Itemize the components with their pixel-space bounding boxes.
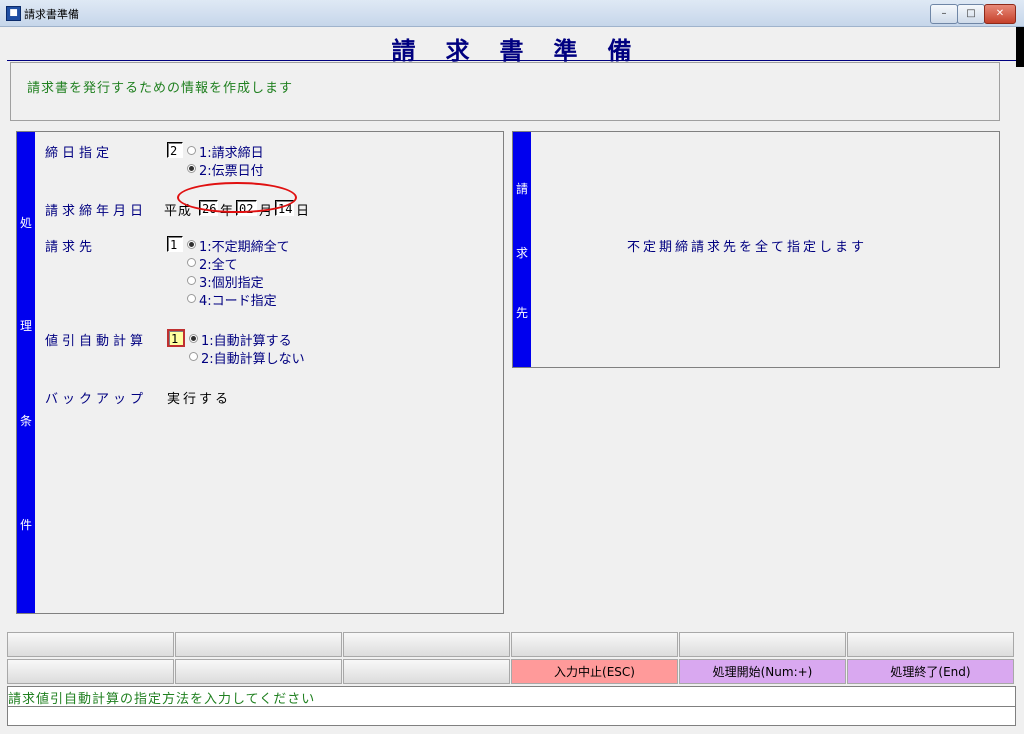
function-key-2[interactable]	[175, 632, 342, 657]
close-button[interactable]: ✕	[984, 4, 1016, 24]
description-box: 請求書を発行するための情報を作成します	[10, 62, 1000, 121]
description-text: 請求書を発行するための情報を作成します	[27, 81, 294, 96]
backup-label: バックアップ	[45, 392, 148, 407]
app-icon: ■	[6, 6, 21, 21]
billing-target-panel: 請 求 先 不定期締請求先を全て指定します	[512, 131, 1000, 368]
function-key-1[interactable]	[7, 632, 174, 657]
closing-spec-label: 締日指定	[45, 146, 114, 161]
side-char-1: 請	[515, 182, 528, 196]
radio-selected-icon	[187, 164, 196, 173]
status-area: 請求値引自動計算の指定方法を入力してください	[7, 686, 1016, 726]
billing-target-input[interactable]: 1	[167, 236, 183, 252]
window-title: 請求書準備	[24, 8, 79, 21]
annotation-highlight-ellipse	[177, 182, 297, 213]
radio-selected-icon	[187, 240, 196, 249]
billing-target-side-label: 請 求 先	[513, 132, 531, 367]
billing-target-message: 不定期締請求先を全て指定します	[627, 240, 868, 255]
cancel-input-button[interactable]: 入力中止(ESC)	[511, 659, 678, 684]
discount-calc-label: 値引自動計算	[45, 334, 148, 349]
function-key-8[interactable]	[175, 659, 342, 684]
radio-icon	[187, 294, 196, 303]
radio-icon	[187, 258, 196, 267]
function-key-9[interactable]	[343, 659, 510, 684]
day-unit: 日	[296, 204, 311, 219]
discount-calc-input[interactable]: 1	[167, 329, 185, 347]
billing-target-label: 請求先	[45, 240, 97, 255]
function-key-4[interactable]	[511, 632, 678, 657]
radio-icon	[189, 352, 198, 361]
closing-date-label: 請求締年月日	[45, 204, 148, 219]
side-char-2: 理	[19, 319, 32, 333]
processing-conditions-side-label: 処 理 条 件	[17, 132, 35, 613]
radio-icon	[187, 276, 196, 285]
side-char-3: 先	[515, 306, 528, 320]
status-divider	[8, 706, 1015, 707]
side-char-4: 件	[19, 518, 32, 532]
start-processing-button[interactable]: 処理開始(Num:+)	[679, 659, 846, 684]
client-area: 請求書準備 請求書を発行するための情報を作成します 処 理 条 件 締日指定 2…	[7, 27, 1016, 727]
maximize-button[interactable]: □	[957, 4, 985, 24]
backup-value: 実行する	[167, 392, 232, 407]
function-key-3[interactable]	[343, 632, 510, 657]
minimize-button[interactable]: –	[930, 4, 958, 24]
end-processing-button[interactable]: 処理終了(End)	[847, 659, 1014, 684]
radio-selected-icon	[189, 334, 198, 343]
application-window: ■ 請求書準備 – □ ✕ 請求書準備 請求書を発行するための情報を作成します …	[0, 0, 1024, 734]
background-window-edge	[1016, 27, 1024, 67]
title-divider	[7, 60, 1016, 61]
closing-spec-input[interactable]: 2	[167, 142, 183, 158]
status-message: 請求値引自動計算の指定方法を入力してください	[8, 692, 316, 707]
function-key-7[interactable]	[7, 659, 174, 684]
side-char-1: 処	[19, 216, 32, 230]
function-key-6[interactable]	[847, 632, 1014, 657]
radio-icon	[187, 146, 196, 155]
side-char-3: 条	[19, 414, 32, 428]
title-bar: ■ 請求書準備 – □ ✕	[0, 0, 1024, 27]
side-char-2: 求	[515, 246, 528, 260]
function-key-5[interactable]	[679, 632, 846, 657]
